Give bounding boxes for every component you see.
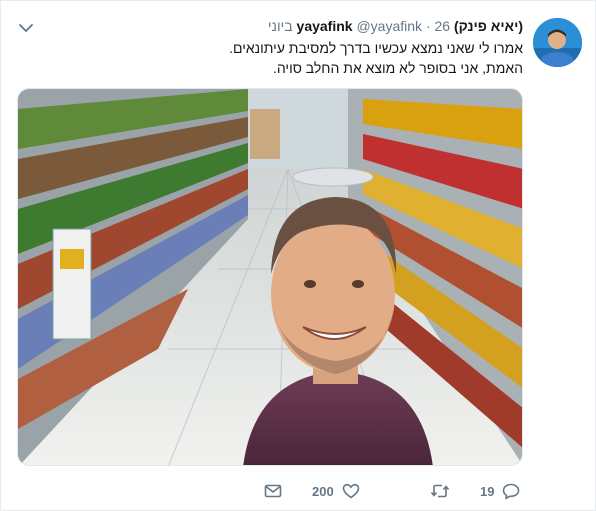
retweet-icon <box>430 482 450 500</box>
tweet-photo[interactable] <box>17 88 523 466</box>
retweet-action[interactable] <box>422 478 450 504</box>
avatar[interactable] <box>533 18 582 67</box>
user-handle[interactable]: @yayafink <box>356 18 422 34</box>
reply-action[interactable]: 19 <box>480 478 520 504</box>
separator: · <box>425 18 431 34</box>
reply-icon <box>502 482 520 500</box>
chevron-down-icon[interactable] <box>16 18 36 38</box>
message-icon <box>264 482 282 500</box>
tweet-text-line: האמת, אני בסופר לא מוצא את החלב סויה. <box>272 60 523 76</box>
like-count: 200 <box>312 483 334 499</box>
message-action[interactable] <box>264 478 282 504</box>
like-action[interactable]: 200 <box>312 478 360 504</box>
tweet-text-line: אמרו לי שאני נמצא עכשיו בדרך למסיבת עיתו… <box>229 40 523 56</box>
tweet-text: אמרו לי שאני נמצא עכשיו בדרך למסיבת עיתו… <box>83 38 523 78</box>
tweet-header: (יאיא פינק) yayafink @yayafink · 26 ביונ… <box>268 17 523 35</box>
tweet-actions: 200 19 <box>0 478 596 504</box>
like-icon <box>342 482 360 500</box>
reply-count: 19 <box>480 483 495 499</box>
